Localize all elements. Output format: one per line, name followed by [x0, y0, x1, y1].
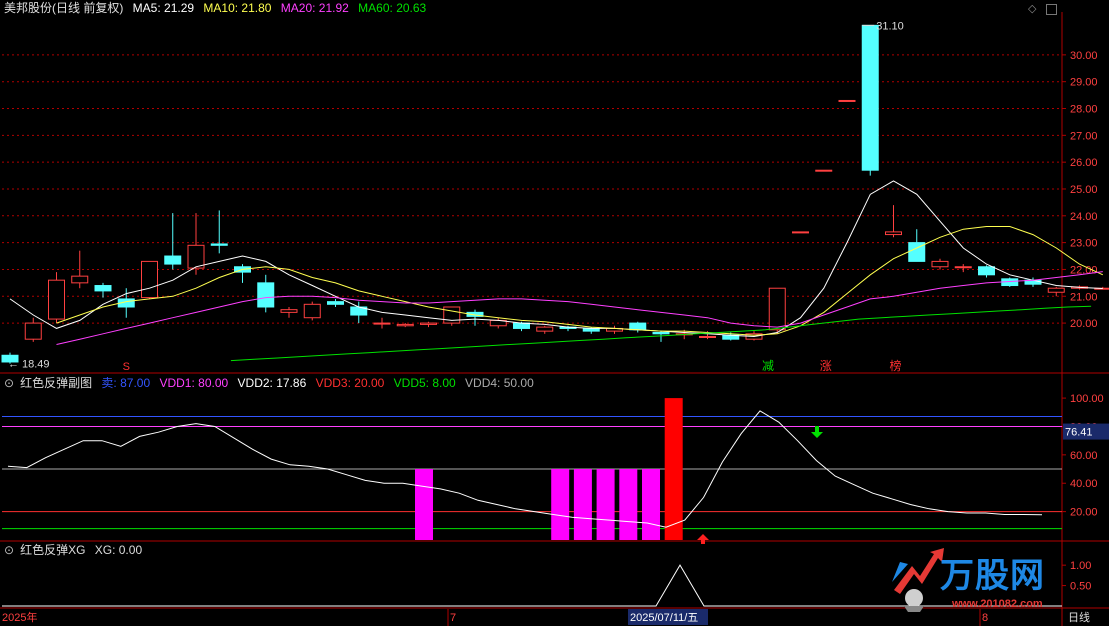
watermark-url: www.201082.com: [952, 598, 1043, 610]
main-chart-header: 美邦股份(日线 前复权) MA5: 21.29 MA10: 21.80 MA20…: [4, 1, 432, 15]
xg-label: XG: 0.00: [94, 543, 143, 557]
main-panel: [2, 12, 1062, 372]
dropdown-arrow-icon[interactable]: ⊙: [4, 376, 14, 390]
ma5-label: MA5: 21.29: [132, 1, 195, 15]
candle-body: [327, 301, 344, 305]
signal-mark-jian: 减: [762, 359, 774, 373]
candle-body: [94, 285, 112, 292]
candle-body: [815, 169, 833, 172]
sub-chart-header: ⊙ 红色反弹副图 卖: 87.00 VDD1: 80.00 VDD2: 17.86…: [4, 376, 540, 390]
candle-body: [210, 243, 228, 246]
watermark-text: 万股网: [940, 556, 1045, 596]
candle-body: [978, 266, 995, 276]
candle-body: [164, 255, 182, 265]
candle-body: [48, 279, 65, 320]
y-tick-label: 100.00: [1070, 393, 1104, 405]
sell-label: 卖: 87.00: [101, 376, 151, 390]
candle-body: [885, 231, 902, 236]
y-tick-label: 23.00: [1070, 238, 1098, 250]
candle-body: [699, 335, 716, 338]
signal-bar: [415, 469, 433, 540]
candle-body: [280, 309, 298, 313]
signal-bar: [619, 469, 638, 540]
indicator-title[interactable]: 红色反弹副图: [20, 376, 92, 390]
xg-chart-header: ⊙ 红色反弹XG XG: 0.00: [4, 543, 148, 557]
signal-bar: [664, 398, 683, 540]
candle-body: [652, 331, 670, 335]
vdd3-label: VDD3: 20.00: [315, 376, 385, 390]
signal-bar: [596, 469, 615, 540]
candle-body: [838, 99, 856, 102]
indicator-panel: [2, 390, 1062, 541]
date-label-start: 2025年: [2, 610, 37, 624]
ma10-label: MA10: 21.80: [203, 1, 272, 15]
low-price-label: 18.49: [22, 359, 50, 371]
vdd5-label: VDD5: 8.00: [393, 376, 456, 390]
dropdown-arrow-icon[interactable]: ⊙: [4, 543, 14, 557]
vdd4-label: VDD4: 50.00: [465, 376, 534, 390]
candle-body: [792, 231, 809, 234]
low-arrow-label: ←: [8, 359, 19, 371]
buy-arrow-icon: [697, 534, 709, 544]
signal-mark-zhang: 涨: [820, 358, 832, 373]
y-tick-label: 30.00: [1070, 50, 1098, 62]
high-price-label: 31.10: [876, 20, 904, 32]
candle-body: [396, 323, 414, 327]
signal-bar: [551, 469, 570, 540]
y-tick-label: 25.00: [1070, 184, 1098, 196]
y-tick-label: 24.00: [1070, 211, 1098, 223]
selected-date-label: 2025/07/11/五: [630, 612, 698, 624]
candle-body: [187, 244, 205, 269]
y-tick-label: 20.00: [1070, 507, 1098, 519]
signal-bar: [573, 469, 592, 540]
candle-body: [629, 322, 647, 331]
y-tick-label: 29.00: [1070, 77, 1098, 89]
y-tick-label: 40.00: [1070, 478, 1098, 490]
ma-line-ma20: [56, 271, 1103, 345]
stock-title[interactable]: 美邦股份(日线 前复权): [4, 1, 123, 15]
y-tick-label: 60.00: [1070, 450, 1098, 462]
signal-mark-bang: 榜: [889, 358, 901, 373]
maximize-icon[interactable]: [1046, 4, 1057, 15]
vdd2-label: VDD2: 17.86: [237, 376, 307, 390]
candle-body: [768, 287, 786, 331]
vdd1-label: VDD1: 80.00: [159, 376, 229, 390]
signal-mark-s: S: [123, 361, 130, 373]
ma60-label: MA60: 20.63: [358, 1, 427, 15]
current-value-label: 76.41: [1065, 427, 1093, 439]
candle-body: [303, 303, 321, 319]
candle-body: [71, 275, 89, 284]
y-tick-label: 28.00: [1070, 104, 1098, 116]
candle-body: [257, 282, 275, 308]
candle-body: [931, 260, 949, 268]
y-tick-label: 26.00: [1070, 157, 1098, 169]
xg-indicator-title[interactable]: 红色反弹XG: [20, 543, 85, 557]
signal-bar: [642, 469, 660, 540]
chart-canvas[interactable]: 20.0021.0022.0023.0024.0025.0026.0027.00…: [0, 0, 1109, 626]
date-label-july: 7: [450, 612, 456, 624]
candle-body: [24, 322, 42, 340]
candle-body: [373, 322, 391, 325]
candle-body: [141, 260, 158, 299]
candle-body: [536, 326, 554, 332]
y-tick-label: 20.00: [1070, 318, 1098, 330]
candle-body: [1047, 287, 1065, 293]
y-tick-label: 27.00: [1070, 130, 1098, 142]
watermark-logo: 万股网 www.201082.com: [890, 546, 1100, 614]
sell-arrow-icon: [811, 426, 823, 438]
candle-body: [954, 266, 972, 269]
ma20-label: MA20: 21.92: [280, 1, 349, 15]
diamond-icon[interactable]: ◇: [1028, 2, 1036, 15]
candle-body: [420, 322, 437, 325]
candle-body: [861, 24, 879, 171]
y-tick-label: 21.00: [1070, 291, 1098, 303]
